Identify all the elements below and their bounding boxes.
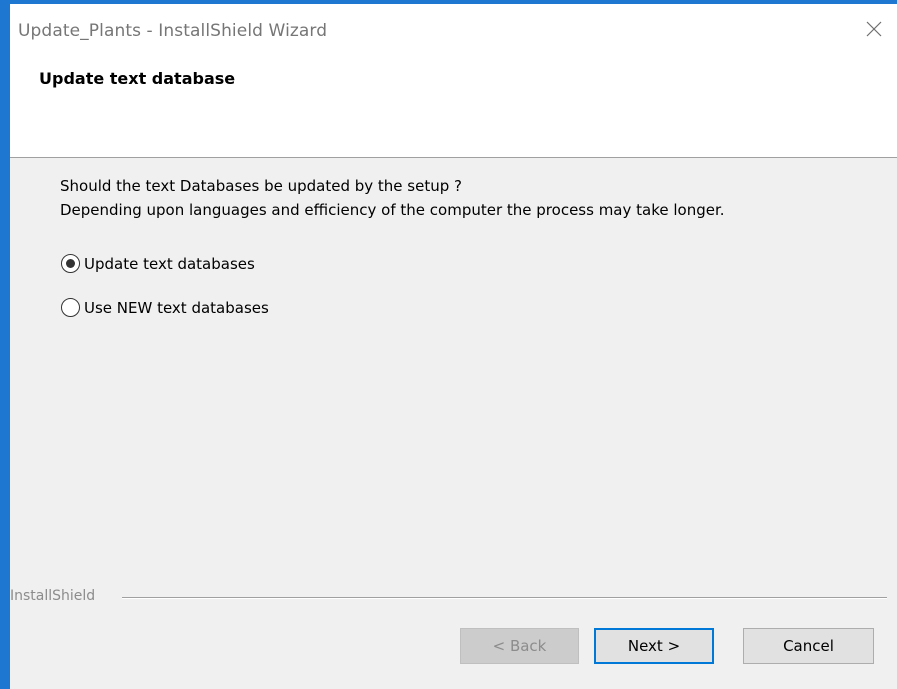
title-bar[interactable]: Update_Plants - InstallShield Wizard: [10, 4, 897, 54]
radio-button-checked[interactable]: [61, 254, 80, 273]
next-button[interactable]: Next >: [594, 628, 714, 664]
description: Should the text Databases be updated by …: [60, 174, 725, 222]
content-area: Should the text Databases be updated by …: [10, 158, 897, 588]
wizard-window: Update_Plants - InstallShield Wizard Upd…: [0, 0, 897, 689]
radio-use-new-text-databases[interactable]: Use NEW text databases: [61, 298, 269, 317]
page-title: Update text database: [39, 69, 236, 88]
radio-label: Use NEW text databases: [84, 298, 269, 317]
close-icon: [866, 21, 882, 37]
description-line-1: Should the text Databases be updated by …: [60, 177, 462, 195]
separator-line: [122, 597, 887, 599]
back-button[interactable]: < Back: [460, 628, 579, 664]
radio-update-text-databases[interactable]: Update text databases: [61, 254, 255, 273]
window-title: Update_Plants - InstallShield Wizard: [18, 21, 328, 41]
cancel-button[interactable]: Cancel: [743, 628, 874, 664]
radio-label: Update text databases: [84, 254, 255, 273]
branding-separator: InstallShield: [10, 588, 897, 608]
description-line-2: Depending upon languages and efficiency …: [60, 201, 725, 219]
close-button[interactable]: [851, 4, 897, 54]
branding-label: InstallShield: [10, 588, 102, 604]
header-panel: Update text database: [10, 54, 897, 158]
radio-button-unchecked[interactable]: [61, 298, 80, 317]
